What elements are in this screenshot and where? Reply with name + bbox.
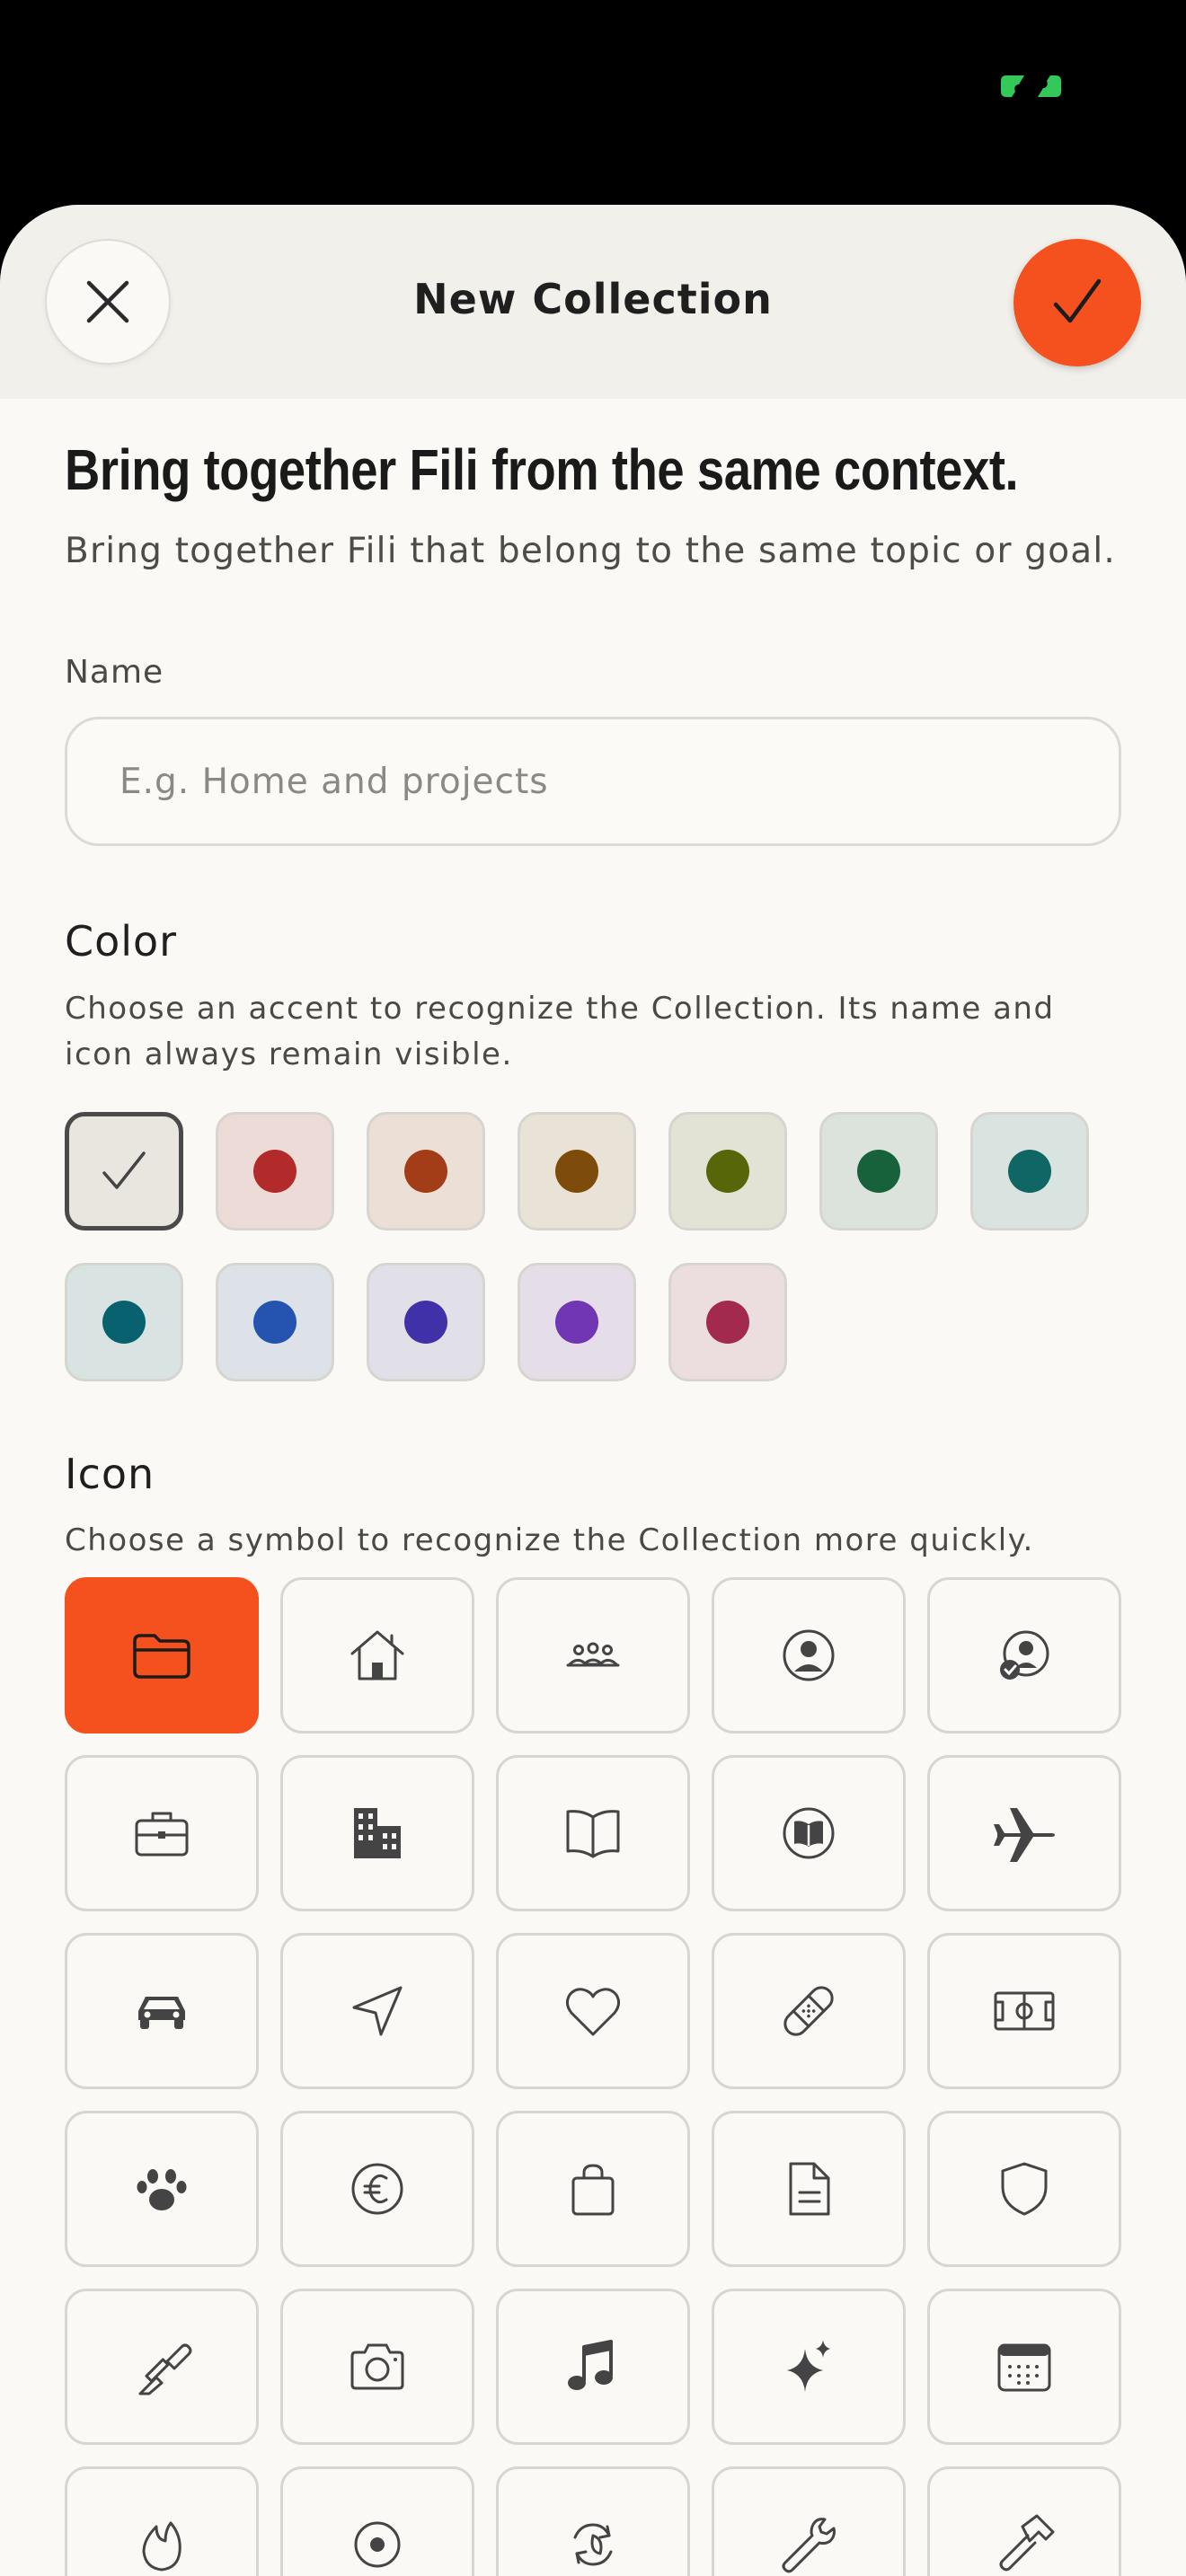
wrench-icon: [782, 2518, 836, 2573]
icon-option-hammer[interactable]: [927, 2466, 1121, 2576]
color-swatch-green[interactable]: [819, 1112, 938, 1231]
color-swatch-rust[interactable]: [367, 1112, 485, 1231]
new-collection-sheet: New Collection Bring together Fili from …: [0, 205, 1186, 2576]
icon-option-wrench[interactable]: [712, 2466, 906, 2576]
icon-option-airplane[interactable]: [927, 1755, 1121, 1911]
briefcase-icon: [135, 1812, 189, 1857]
color-swatch-olive[interactable]: [668, 1112, 787, 1231]
icon-option-camera[interactable]: [280, 2289, 474, 2445]
icon-option-user-circle[interactable]: [712, 1577, 906, 1734]
color-dot: [1008, 1150, 1051, 1193]
color-dot: [555, 1150, 598, 1193]
calendar-icon: [997, 2343, 1051, 2392]
color-dot: [706, 1150, 749, 1193]
color-dot: [857, 1150, 900, 1193]
color-swatch-indigo[interactable]: [367, 1263, 485, 1381]
checkmark-icon: [102, 1151, 146, 1189]
icon-option-shopping-bag[interactable]: [496, 2111, 690, 2267]
flame-icon: [142, 2521, 181, 2572]
color-dot: [404, 1150, 447, 1193]
icon-option-group[interactable]: [496, 1577, 690, 1734]
color-swatch-none[interactable]: [65, 1112, 183, 1231]
navigation-icon: [352, 1986, 403, 2036]
book-circle-icon: [783, 1807, 835, 1859]
icon-option-recycle[interactable]: [496, 2466, 690, 2576]
confirm-button[interactable]: [1013, 239, 1141, 366]
icon-section-title: Icon: [65, 1450, 155, 1498]
icon-option-folder[interactable]: [65, 1577, 259, 1734]
icon-option-bandage[interactable]: [712, 1933, 906, 2089]
icon-option-book-open[interactable]: [496, 1755, 690, 1911]
icon-option-shield[interactable]: [927, 2111, 1121, 2267]
icon-option-car[interactable]: [65, 1933, 259, 2089]
document-icon: [789, 2162, 830, 2216]
checkmark-icon: [1053, 278, 1102, 323]
building-icon: [354, 1808, 401, 1858]
car-icon: [138, 1997, 185, 2029]
user-check-icon: [1000, 1630, 1049, 1680]
color-swatch-purple[interactable]: [518, 1263, 636, 1381]
icon-option-heart[interactable]: [496, 1933, 690, 2089]
group-icon: [566, 1642, 620, 1667]
sheet-title: New Collection: [413, 275, 773, 323]
icon-option-sparkles[interactable]: [712, 2289, 906, 2445]
airplane-icon: [994, 1808, 1055, 1862]
color-swatch-red[interactable]: [216, 1112, 334, 1231]
home-icon: [350, 1630, 404, 1681]
color-swatch-petrol[interactable]: [65, 1263, 183, 1381]
icon-option-target[interactable]: [280, 2466, 474, 2576]
book-open-icon: [566, 1810, 620, 1858]
icon-option-calendar[interactable]: [927, 2289, 1121, 2445]
paintbrush-icon: [138, 2343, 192, 2395]
icon-option-music-note[interactable]: [496, 2289, 690, 2445]
color-dot: [555, 1301, 598, 1344]
page-headline: Bring together Fili from the same contex…: [65, 437, 1019, 502]
icon-option-paintbrush[interactable]: [65, 2289, 259, 2445]
name-input[interactable]: [65, 717, 1121, 846]
icon-option-user-check[interactable]: [927, 1577, 1121, 1734]
color-dot: [404, 1301, 447, 1344]
name-label: Name: [65, 654, 164, 691]
icon-option-briefcase[interactable]: [65, 1755, 259, 1911]
folder-icon: [133, 1634, 190, 1679]
color-swatch-brown[interactable]: [518, 1112, 636, 1231]
soccer-field-icon: [994, 1991, 1055, 2031]
icon-option-navigation[interactable]: [280, 1933, 474, 2089]
status-indicator-icon: [1001, 75, 1061, 97]
paw-icon: [137, 2169, 187, 2210]
color-swatch-crimson[interactable]: [668, 1263, 787, 1381]
color-dot: [253, 1301, 296, 1344]
color-dot: [706, 1301, 749, 1344]
icon-option-home[interactable]: [280, 1577, 474, 1734]
hammer-icon: [999, 2514, 1055, 2572]
target-icon: [354, 2521, 401, 2568]
shield-icon: [1001, 2162, 1048, 2216]
shopping-bag-icon: [571, 2164, 615, 2216]
music-note-icon: [568, 2340, 613, 2390]
icon-option-flame[interactable]: [65, 2466, 259, 2576]
recycle-icon: [573, 2523, 613, 2566]
camera-icon: [350, 2343, 404, 2390]
user-circle-icon: [783, 1629, 835, 1681]
color-dot: [102, 1301, 146, 1344]
icon-option-document[interactable]: [712, 2111, 906, 2267]
bandage-icon: [783, 1986, 834, 2036]
color-section-description: Choose an accent to recognize the Collec…: [65, 991, 1055, 1072]
page-subtitle: Bring together Fili that belong to the s…: [65, 531, 1117, 571]
sparkles-icon: [787, 2340, 830, 2392]
sheet-header: New Collection: [0, 205, 1186, 399]
icon-option-paw[interactable]: [65, 2111, 259, 2267]
color-dot: [253, 1150, 296, 1193]
icon-option-soccer-field[interactable]: [927, 1933, 1121, 2089]
icon-option-euro[interactable]: [280, 2111, 474, 2267]
heart-icon: [565, 1988, 621, 2036]
icon-section-description: Choose a symbol to recognize the Collect…: [65, 1522, 1034, 1558]
icon-option-book-circle[interactable]: [712, 1755, 906, 1911]
color-swatch-blue[interactable]: [216, 1263, 334, 1381]
euro-icon: [351, 2163, 403, 2215]
icon-option-building[interactable]: [280, 1755, 474, 1911]
color-section-title: Color: [65, 917, 178, 966]
color-swatch-teal[interactable]: [970, 1112, 1089, 1231]
